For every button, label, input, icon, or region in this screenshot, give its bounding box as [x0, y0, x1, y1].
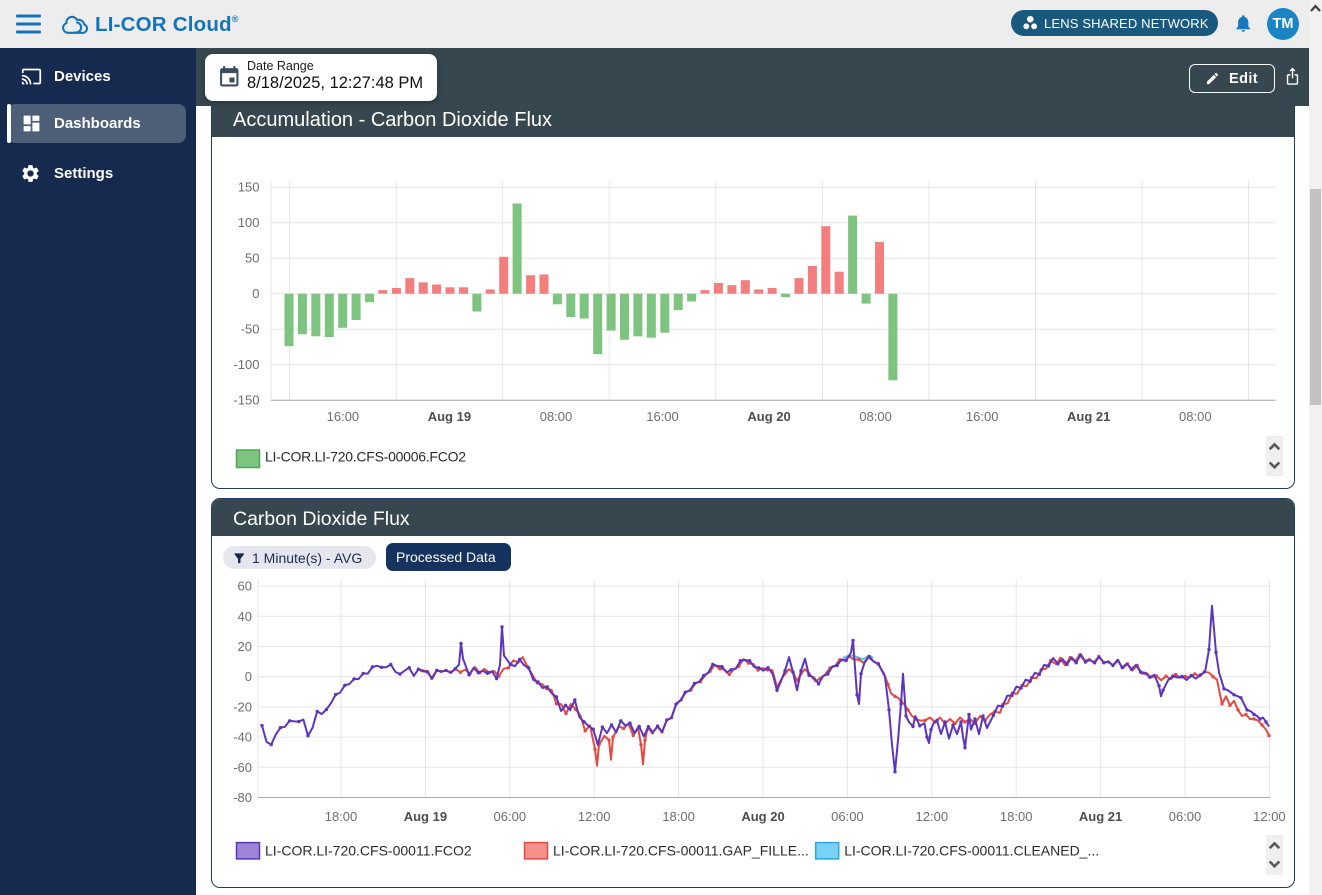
- svg-text:Aug 19: Aug 19: [428, 409, 471, 424]
- svg-text:18:00: 18:00: [1000, 809, 1033, 824]
- svg-text:-20: -20: [233, 699, 252, 714]
- svg-text:40: 40: [238, 609, 252, 624]
- svg-text:-80: -80: [233, 790, 252, 805]
- svg-text:12:00: 12:00: [1253, 809, 1286, 824]
- svg-text:06:00: 06:00: [1169, 809, 1202, 824]
- svg-text:-60: -60: [233, 760, 252, 775]
- svg-text:08:00: 08:00: [859, 409, 892, 424]
- svg-text:08:00: 08:00: [540, 409, 573, 424]
- svg-text:16:00: 16:00: [646, 409, 679, 424]
- svg-text:12:00: 12:00: [916, 809, 949, 824]
- svg-text:16:00: 16:00: [327, 409, 360, 424]
- svg-text:06:00: 06:00: [494, 809, 527, 824]
- svg-text:20: 20: [238, 639, 252, 654]
- svg-text:18:00: 18:00: [662, 809, 695, 824]
- svg-text:-50: -50: [241, 322, 260, 337]
- svg-text:LI-COR.LI-720.CFS-00006.FCO2: LI-COR.LI-720.CFS-00006.FCO2: [265, 449, 466, 465]
- svg-text:150: 150: [238, 180, 260, 195]
- svg-text:Aug 21: Aug 21: [1079, 809, 1122, 824]
- svg-text:12:00: 12:00: [578, 809, 611, 824]
- svg-text:Aug 19: Aug 19: [404, 809, 447, 824]
- svg-text:Aug 20: Aug 20: [741, 809, 784, 824]
- svg-text:08:00: 08:00: [1179, 409, 1212, 424]
- svg-text:Aug 21: Aug 21: [1067, 409, 1110, 424]
- svg-text:60: 60: [238, 579, 252, 594]
- svg-text:LI-COR.LI-720.CFS-00011.GAP_FI: LI-COR.LI-720.CFS-00011.GAP_FILLE...: [553, 842, 809, 858]
- svg-text:-40: -40: [233, 730, 252, 745]
- svg-text:LI-COR.LI-720.CFS-00011.CLEANE: LI-COR.LI-720.CFS-00011.CLEANED_...: [844, 842, 1099, 858]
- svg-text:06:00: 06:00: [831, 809, 864, 824]
- svg-text:-150: -150: [233, 393, 259, 408]
- svg-text:100: 100: [238, 215, 260, 230]
- svg-text:Aug 20: Aug 20: [747, 409, 790, 424]
- svg-text:0: 0: [252, 286, 259, 301]
- svg-text:50: 50: [245, 251, 259, 266]
- svg-text:16:00: 16:00: [966, 409, 999, 424]
- svg-text:18:00: 18:00: [325, 809, 358, 824]
- svg-text:LI-COR.LI-720.CFS-00011.FCO2: LI-COR.LI-720.CFS-00011.FCO2: [265, 842, 472, 858]
- svg-text:0: 0: [245, 669, 252, 684]
- svg-text:-100: -100: [233, 357, 259, 372]
